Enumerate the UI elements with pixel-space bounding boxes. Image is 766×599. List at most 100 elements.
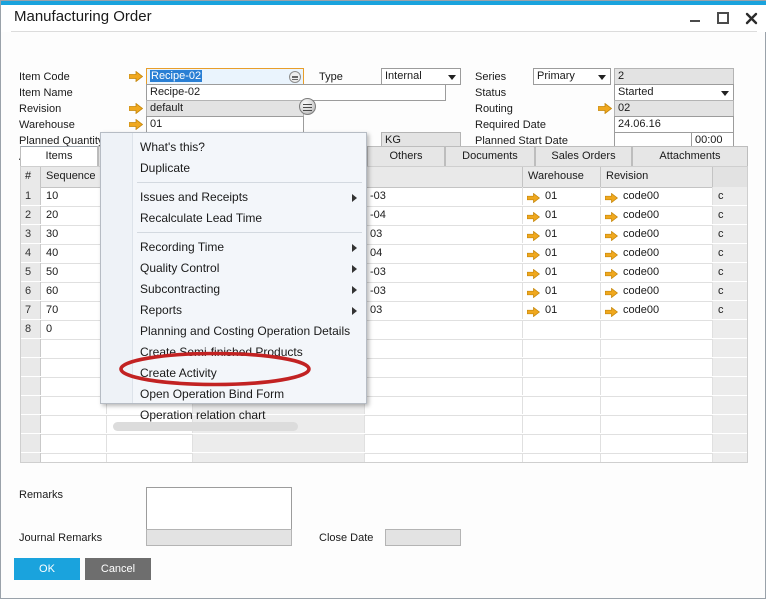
table-cell[interactable] [107, 434, 193, 452]
routing-input[interactable]: 02 [614, 100, 734, 117]
table-cell[interactable]: 2 [21, 206, 41, 224]
series-dropdown[interactable]: Primary [533, 68, 611, 85]
row-link-arrow-icon[interactable] [526, 305, 541, 318]
table-cell[interactable] [601, 377, 713, 395]
table-cell[interactable] [713, 320, 747, 338]
row-link-arrow-icon[interactable] [526, 210, 541, 223]
table-cell[interactable]: code00 [601, 187, 713, 205]
warehouse-input[interactable]: 01 [146, 116, 304, 133]
table-cell[interactable]: 04 [365, 244, 523, 262]
table-cell[interactable] [365, 396, 523, 414]
table-cell[interactable]: 01 [523, 301, 601, 319]
table-cell[interactable] [523, 377, 601, 395]
table-cell[interactable]: 20 [41, 206, 107, 224]
table-cell[interactable]: 01 [523, 244, 601, 262]
table-cell[interactable] [365, 339, 523, 357]
table-cell[interactable] [365, 434, 523, 452]
table-cell[interactable] [601, 396, 713, 414]
ok-button[interactable]: OK [14, 558, 80, 580]
item-code-lookup-icon[interactable] [289, 71, 301, 83]
tab-attachments[interactable]: Attachments [632, 146, 748, 167]
table-cell[interactable]: -04 [365, 206, 523, 224]
row-link-arrow-icon[interactable] [604, 191, 619, 204]
table-cell[interactable]: 01 [523, 225, 601, 243]
warehouse-link-arrow-icon[interactable] [128, 118, 144, 131]
row-link-arrow-icon[interactable] [604, 229, 619, 242]
table-cell[interactable] [713, 453, 747, 462]
table-cell[interactable]: c [713, 301, 747, 319]
table-cell[interactable] [21, 339, 41, 357]
table-cell[interactable]: 10 [41, 187, 107, 205]
table-cell[interactable]: code00 [601, 225, 713, 243]
table-cell[interactable] [713, 358, 747, 376]
table-cell[interactable]: 0 [41, 320, 107, 338]
table-cell[interactable] [523, 339, 601, 357]
table-cell[interactable] [41, 377, 107, 395]
table-cell[interactable] [41, 415, 107, 433]
table-cell[interactable]: code00 [601, 206, 713, 224]
grid-col-warehouse[interactable]: Warehouse [523, 167, 601, 187]
table-cell[interactable]: 01 [523, 187, 601, 205]
table-cell[interactable] [365, 358, 523, 376]
table-cell[interactable] [41, 434, 107, 452]
row-link-arrow-icon[interactable] [526, 267, 541, 280]
table-cell[interactable] [41, 358, 107, 376]
table-cell[interactable]: code00 [601, 282, 713, 300]
table-cell[interactable]: code00 [601, 301, 713, 319]
menu-item-planning-and-costing-operation-details[interactable]: Planning and Costing Operation Details [132, 321, 367, 342]
table-cell[interactable]: 6 [21, 282, 41, 300]
grid-col-revision[interactable]: Revision [601, 167, 713, 187]
table-cell[interactable]: 03 [365, 301, 523, 319]
close-button[interactable] [743, 10, 759, 26]
row-link-arrow-icon[interactable] [604, 267, 619, 280]
table-cell[interactable]: 8 [21, 320, 41, 338]
table-cell[interactable] [365, 320, 523, 338]
row-link-arrow-icon[interactable] [526, 286, 541, 299]
table-cell[interactable] [193, 453, 365, 462]
table-cell[interactable]: -03 [365, 187, 523, 205]
grid-col-clipped[interactable] [713, 167, 747, 187]
table-cell[interactable]: -03 [365, 282, 523, 300]
table-cell[interactable]: 3 [21, 225, 41, 243]
menu-item-reports[interactable]: Reports [132, 300, 367, 321]
table-cell[interactable] [365, 453, 523, 462]
table-cell[interactable] [713, 415, 747, 433]
menu-item-recording-time[interactable]: Recording Time [132, 237, 367, 258]
tab-sales-orders[interactable]: Sales Orders [535, 146, 632, 167]
item-name-input[interactable]: Recipe-02 [146, 84, 446, 101]
table-cell[interactable] [107, 453, 193, 462]
row-link-arrow-icon[interactable] [604, 210, 619, 223]
row-link-arrow-icon[interactable] [604, 305, 619, 318]
table-cell[interactable]: 01 [523, 282, 601, 300]
item-code-link-arrow-icon[interactable] [128, 70, 144, 83]
table-cell[interactable] [21, 358, 41, 376]
tab-others[interactable]: Others [367, 146, 445, 167]
table-cell[interactable]: c [713, 244, 747, 262]
table-cell[interactable]: 30 [41, 225, 107, 243]
table-cell[interactable] [601, 320, 713, 338]
table-cell[interactable]: 01 [523, 206, 601, 224]
grid-col-sequence[interactable]: Sequence [41, 167, 107, 187]
table-cell[interactable] [713, 434, 747, 452]
table-cell[interactable] [713, 377, 747, 395]
menu-item-quality-control[interactable]: Quality Control [132, 258, 367, 279]
table-cell[interactable]: -03 [365, 263, 523, 281]
menu-item-operation-relation-chart[interactable]: Operation relation chart [132, 405, 367, 426]
menu-item-what-s-this[interactable]: What's this? [132, 137, 367, 158]
tab-items[interactable]: Items [20, 146, 98, 167]
menu-item-create-activity[interactable]: Create Activity [132, 363, 367, 384]
table-cell[interactable] [601, 415, 713, 433]
table-cell[interactable]: 01 [523, 263, 601, 281]
menu-item-create-semi-finished-products[interactable]: Create Semi-finished Products [132, 342, 367, 363]
table-cell[interactable]: c [713, 225, 747, 243]
table-cell[interactable] [41, 453, 107, 462]
table-cell[interactable] [601, 339, 713, 357]
table-cell[interactable] [523, 415, 601, 433]
grid-col-index[interactable]: # [21, 167, 41, 187]
item-code-input[interactable]: Recipe-02 [146, 68, 304, 85]
minimize-button[interactable] [687, 10, 703, 26]
table-cell[interactable]: c [713, 206, 747, 224]
table-cell[interactable] [713, 339, 747, 357]
table-cell[interactable]: c [713, 282, 747, 300]
table-cell[interactable] [601, 434, 713, 452]
